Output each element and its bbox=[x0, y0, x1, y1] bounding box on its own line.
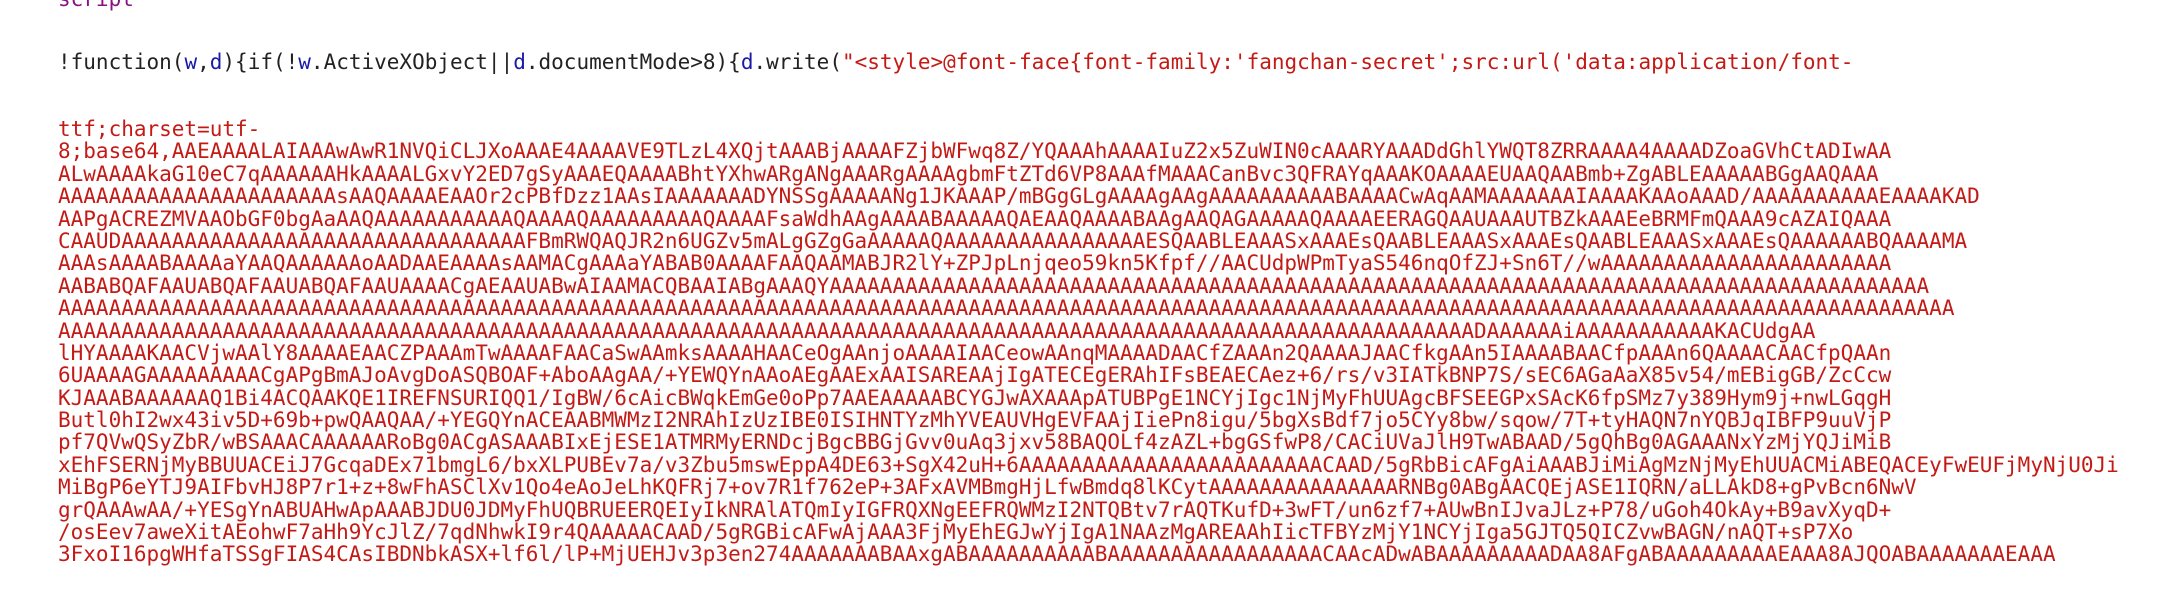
code-line-string: AAPgACREZMVAAObGF0bgAaAAQAAAAAAAAAAAQAAA… bbox=[58, 206, 1892, 231]
code-line-string: xEhFSERNjMyBBUUACEiJ7GcqaDEx71bmgL6/bxXL… bbox=[58, 452, 2119, 477]
code-line-string: AABABQAFAAUABQAFAAUABQAFAAUAAAACgAEAAUAB… bbox=[58, 273, 1930, 298]
code-token: .write( bbox=[753, 49, 842, 74]
code-line-string: lHYAAAAKAACVjwAAlY8AAAAEAACZPAAAmTwAAAAF… bbox=[58, 340, 1892, 365]
code-line-string: AAAAAAAAAAAAAAAAAAAAAAsAAQAAAAEAAOr2cPBf… bbox=[58, 184, 1980, 209]
code-line-string: KJAAABAAAAAAQ1Bi4ACQAAKQE1IREFNSURIQQ1/I… bbox=[58, 385, 1892, 410]
code-line-function-call: !function(w,d){if(!w.ActiveXObject||d.do… bbox=[0, 51, 2182, 73]
code-line-string: Butl0hI2wx43iv5D+69b+pwQAAQAA/+YEGQYnACE… bbox=[58, 408, 1892, 433]
code-line-string: MiBgP6eYTJ9AIFbvHJ8P7r1+z+8wFhASClXv1Qo4… bbox=[58, 475, 1917, 500]
code-line-string: AAAAAAAAAAAAAAAAAAAAAAAAAAAAAAAAAAAAAAAA… bbox=[58, 296, 1955, 321]
base64-string-lines: ttf;charset=utf- 8;base64,AAEAAAALAIAAAwA… bbox=[0, 118, 2182, 566]
source-code-viewer: script !function(w,d){if(!w.ActiveXObjec… bbox=[0, 0, 2182, 592]
code-line-string: pf7QVwQSyZbR/wBSAAACAAAAAARoBg0ACgASAAAB… bbox=[58, 430, 1892, 455]
code-token: d bbox=[740, 49, 754, 74]
code-line-string: 8;base64,AAEAAAALAIAAAwAwR1NVQiCLJXoAAAE… bbox=[58, 139, 1892, 164]
code-token: .documentMode>8){ bbox=[525, 49, 741, 74]
code-token: d bbox=[209, 49, 223, 74]
code-token: .ActiveXObject|| bbox=[310, 49, 514, 74]
code-line-string: ALwAAAAkaG10eC7qAAAAAAHkAAAALGxvY2ED7gSy… bbox=[58, 161, 1879, 186]
code-token: "<style>@font-face{font-family:'fangchan… bbox=[841, 49, 1854, 74]
code-token: d bbox=[513, 49, 526, 74]
code-line-string: grQAAAwAA/+YESgYnABUAHwApAAABJDU0JDMyFhU… bbox=[58, 497, 1892, 522]
code-token: , bbox=[197, 49, 210, 74]
code-block: !function(w,d){if(!w.ActiveXObject||d.do… bbox=[0, 6, 2182, 592]
code-line-string: AAAsAAAABAAAAaYAAQAAAAAAoAADAAEAAAAsAAMA… bbox=[58, 251, 1892, 276]
code-line-string: AAAAAAAAAAAAAAAAAAAAAAAAAAAAAAAAAAAAAAAA… bbox=[58, 318, 1816, 343]
code-token: !function( bbox=[58, 49, 185, 74]
code-token: ){if(! bbox=[222, 49, 299, 74]
code-token: w bbox=[298, 49, 311, 74]
code-line-string: /osEev7aweXitAEohwF7aHh9YcJlZ/7qdNhwkI9r… bbox=[58, 520, 1854, 545]
code-line-string: ttf;charset=utf- bbox=[58, 117, 261, 142]
code-line-string: 6UAAAAGAAAAAAAAACgAPgBmAJoAvgDoASQBOAF+A… bbox=[58, 363, 1892, 388]
code-line-string: CAAUDAAAAAAAAAAAAAAAAAAAAAAAAAAAAAAAAFBm… bbox=[58, 228, 1968, 253]
code-line-string: 3FxoI16pgWHfaTSSgFIAS4CAsIBDNbkASX+lf6l/… bbox=[58, 542, 2056, 567]
code-token: w bbox=[184, 49, 198, 74]
